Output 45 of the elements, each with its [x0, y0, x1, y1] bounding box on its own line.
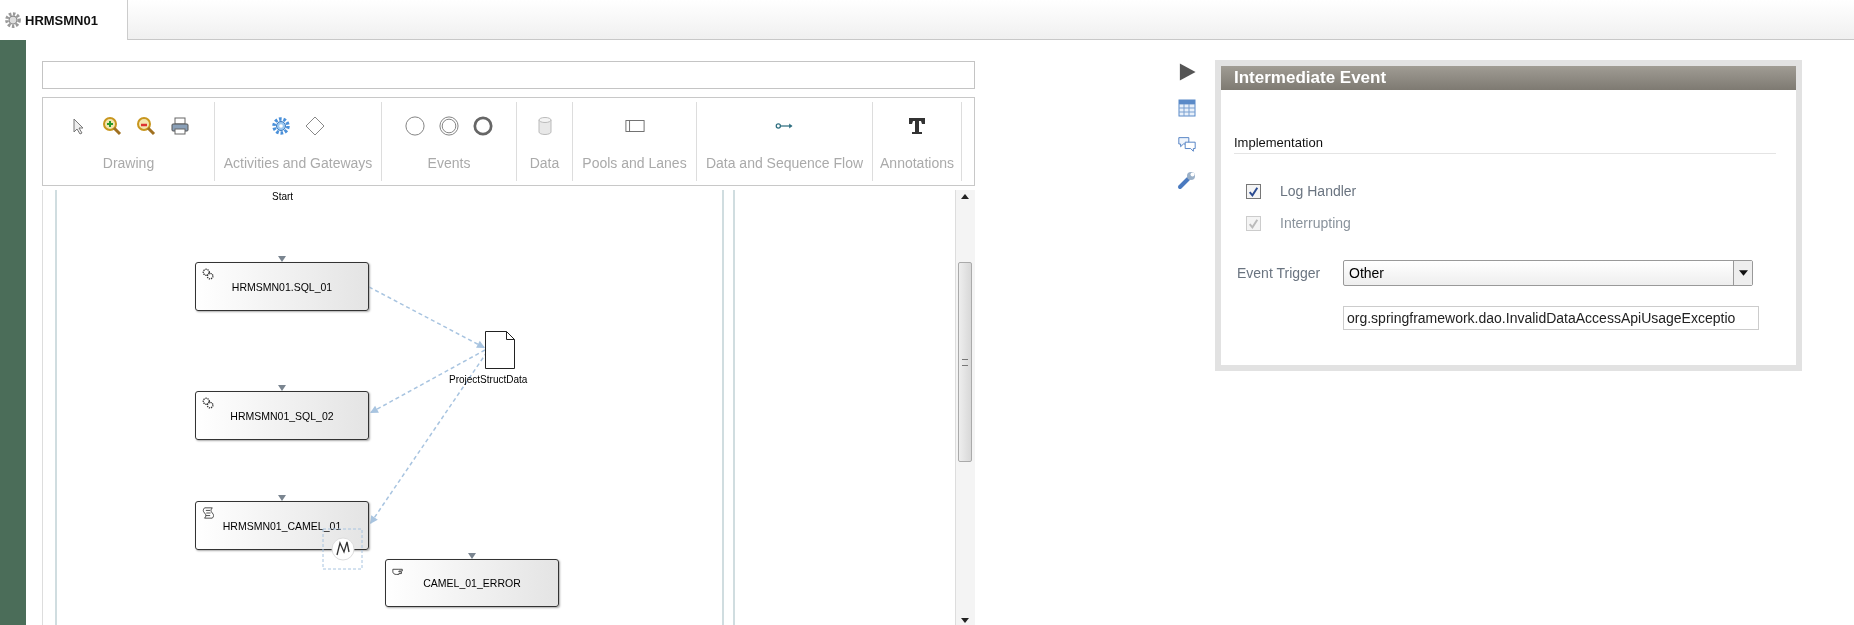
checkbox-label: Log Handler: [1280, 183, 1357, 199]
section-heading: Implementation: [1234, 135, 1776, 154]
circle-icon[interactable]: [405, 116, 425, 136]
scroll-icon: [202, 507, 214, 519]
group-label: Annotations: [880, 155, 954, 171]
diamond-icon[interactable]: [305, 116, 325, 136]
caret-icon: [1738, 270, 1748, 276]
chat-icon[interactable]: [1177, 134, 1197, 154]
gears-icon: [202, 268, 214, 280]
zoom-in-icon[interactable]: [101, 116, 122, 136]
checkbox-label: Interrupting: [1280, 215, 1351, 231]
double-circle-icon[interactable]: [439, 116, 459, 136]
gear-icon[interactable]: [271, 116, 291, 136]
task-node[interactable]: HRMSMN01_SQL_02: [195, 391, 369, 440]
task-node[interactable]: CAMEL_01_ERROR: [385, 559, 559, 607]
print-icon[interactable]: [169, 116, 190, 136]
wrench-icon[interactable]: [1177, 170, 1197, 190]
exception-field[interactable]: org.springframework.dao.InvalidDataAccessApiUsageExceptio: [1343, 306, 1759, 330]
start-label: Start: [272, 191, 294, 202]
gear-icon: [4, 11, 22, 29]
play-icon[interactable]: [1177, 62, 1197, 82]
group-label: Activities and Gateways: [223, 155, 373, 171]
task-node[interactable]: HRMSMN01_CAMEL_01: [195, 501, 369, 550]
document-icon[interactable]: [485, 331, 515, 369]
gears-icon: [202, 397, 214, 409]
data-object-label: ProjectStructData: [449, 374, 528, 385]
field-label: Event Trigger: [1237, 265, 1322, 281]
text-tool-icon[interactable]: [907, 116, 927, 136]
zoom-out-icon[interactable]: [135, 116, 156, 136]
scrollbar[interactable]: [955, 190, 975, 625]
group-label: Data: [529, 155, 560, 171]
scroll-down-icon[interactable]: [961, 618, 969, 623]
scroll-up-icon[interactable]: [961, 194, 969, 199]
table-icon[interactable]: [1177, 98, 1197, 118]
group-label: Data and Sequence Flow: [705, 155, 864, 171]
group-label: Pools and Lanes: [582, 155, 687, 171]
group-label: Events: [427, 155, 471, 171]
text-field[interactable]: [42, 61, 975, 89]
checkbox[interactable]: [1246, 183, 1261, 199]
group-label: Drawing: [102, 155, 155, 171]
event-trigger-dropdown[interactable]: Other: [1343, 260, 1753, 286]
document-tab[interactable]: HRMSMN01: [0, 0, 128, 40]
thick-circle-icon[interactable]: [473, 116, 493, 136]
panel-title: Intermediate Event: [1221, 66, 1796, 90]
task-node[interactable]: HRMSMN01.SQL_01: [195, 262, 369, 311]
